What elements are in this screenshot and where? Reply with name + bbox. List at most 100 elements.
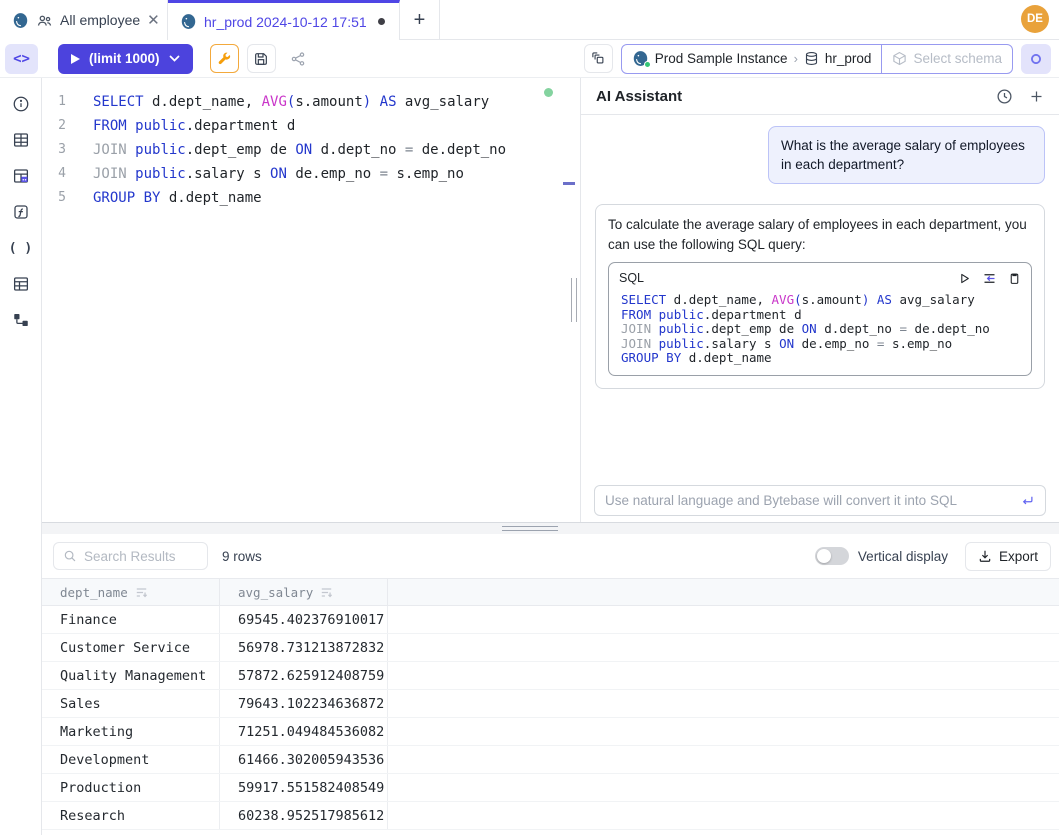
share-icon [290, 51, 306, 67]
format-sql-button[interactable] [210, 44, 239, 73]
line-number: 3 [42, 138, 80, 162]
instance-selector[interactable]: Prod Sample Instance › hr_prod [622, 45, 882, 73]
results-grid-header: dept_name avg_salary [42, 578, 1059, 606]
table-cell: 61466.302005943536 [220, 746, 388, 773]
sidebar-item-schema-diagram[interactable] [3, 158, 39, 194]
run-query-button[interactable]: (limit 1000) [58, 44, 193, 74]
export-button[interactable]: Export [965, 542, 1051, 571]
unsaved-dot-indicator [378, 18, 385, 25]
sort-icon[interactable] [135, 587, 148, 598]
results-panel: Search Results 9 rows Vertical display E… [0, 534, 1059, 835]
code-card-header: SQL [609, 263, 1031, 289]
ai-assistant-button[interactable] [1021, 44, 1051, 74]
save-sheet-button[interactable] [247, 44, 276, 73]
code-line: JOIN public.dept_emp de ON d.dept_no = d… [621, 322, 1021, 337]
row-filler [388, 746, 1059, 773]
ai-assistant-title: AI Assistant [596, 88, 682, 105]
ai-prompt-input[interactable]: Use natural language and Bytebase will c… [594, 485, 1046, 516]
table-row[interactable]: Marketing71251.049484536082 [42, 718, 1059, 746]
table-row[interactable]: Development61466.302005943536 [42, 746, 1059, 774]
toggle-knob [817, 549, 831, 563]
ai-assistant-panel: AI Assistant What is the average salary … [580, 78, 1059, 522]
add-tab-button[interactable]: + [400, 0, 440, 40]
vertical-display-toggle[interactable] [815, 547, 849, 565]
table-row[interactable]: Production59917.551582408549 [42, 774, 1059, 802]
layout-panels-button[interactable] [584, 44, 613, 73]
code-line: SELECT d.dept_name, AVG(s.amount) AS avg… [93, 90, 506, 114]
table-cell: Finance [42, 606, 220, 633]
schema-selector[interactable]: Select schema [881, 45, 1012, 73]
table-cell: 60238.952517985612 [220, 802, 388, 829]
connection-breadcrumb: Prod Sample Instance › hr_prod Select sc… [621, 44, 1013, 74]
cascade-panels-icon [591, 51, 606, 66]
table-row[interactable]: Sales79643.102234636872 [42, 690, 1059, 718]
table-row[interactable]: Research60238.952517985612 [42, 802, 1059, 830]
code-line: FROM public.department d [93, 114, 506, 138]
table-row[interactable]: Quality Management57872.625912408759 [42, 662, 1059, 690]
sql-code-area[interactable]: SELECT d.dept_name, AVG(s.amount) AS avg… [80, 90, 506, 210]
row-filler [388, 774, 1059, 801]
sort-icon[interactable] [320, 587, 333, 598]
overview-ruler-marker [563, 182, 575, 185]
share-button[interactable] [284, 44, 313, 73]
line-number: 1 [42, 90, 80, 114]
sidebar-item-info[interactable] [3, 86, 39, 122]
user-avatar[interactable]: DE [1021, 5, 1049, 33]
tab-all-employee[interactable]: All employee ✕ [0, 0, 168, 40]
sidebar-item-tables[interactable] [3, 122, 39, 158]
table-cell: Quality Management [42, 662, 220, 689]
table-cell: 69545.402376910017 [220, 606, 388, 633]
table-cell: 59917.551582408549 [220, 774, 388, 801]
sql-editor-app: All employee ✕ hr_prod 2024-10-12 17:51 … [0, 0, 1059, 835]
table-row[interactable]: Customer Service56978.731213872832 [42, 634, 1059, 662]
code-panel-toggle-icon[interactable]: <> [5, 44, 38, 74]
results-right-group: Vertical display Export [815, 542, 1051, 571]
code-card-sql[interactable]: SELECT d.dept_name, AVG(s.amount) AS avg… [609, 289, 1031, 375]
assistant-message-card: To calculate the average salary of emplo… [595, 204, 1045, 389]
enter-return-icon[interactable] [1020, 493, 1035, 508]
table-diagram-colored-icon [12, 167, 30, 185]
chevron-down-icon [169, 55, 180, 62]
line-number: 2 [42, 114, 80, 138]
sidebar-item-procedures[interactable]: ( ) [3, 230, 39, 266]
run-play-icon[interactable] [958, 272, 971, 285]
ai-chat-body: What is the average salary of employees … [581, 115, 1059, 485]
splitter-handle[interactable] [502, 526, 558, 531]
results-rows: Finance69545.402376910017Customer Servic… [42, 606, 1059, 830]
sql-editor[interactable]: 12345 SELECT d.dept_name, AVG(s.amount) … [42, 78, 559, 522]
sidebar-item-functions[interactable] [3, 194, 39, 230]
vertical-splitter-handle[interactable] [571, 278, 577, 322]
table-grid-icon [12, 131, 30, 149]
insert-into-editor-icon[interactable] [982, 271, 997, 286]
close-icon[interactable]: ✕ [147, 13, 160, 28]
editor-status-dot [544, 88, 553, 97]
copy-clipboard-icon[interactable] [1008, 272, 1021, 285]
wrench-icon [216, 51, 232, 67]
results-grid: dept_name avg_salary Finance69545.402376… [42, 578, 1059, 835]
search-icon [63, 549, 77, 563]
code-line: JOIN public.salary s ON de.emp_no = s.em… [621, 337, 1021, 352]
row-filler [388, 662, 1059, 689]
sidebar-item-er-diagram[interactable] [3, 302, 39, 338]
table-cell: Marketing [42, 718, 220, 745]
history-clock-icon[interactable] [996, 88, 1013, 105]
line-number: 5 [42, 186, 80, 210]
table-cell: Development [42, 746, 220, 773]
assistant-intro-text: To calculate the average salary of emplo… [608, 217, 1027, 252]
table-rows-icon [12, 275, 30, 293]
column-header-avg-salary[interactable]: avg_salary [220, 579, 388, 605]
table-cell: 71251.049484536082 [220, 718, 388, 745]
parentheses-icon: ( ) [9, 241, 32, 256]
column-header-dept-name[interactable]: dept_name [42, 579, 220, 605]
horizontal-splitter[interactable] [0, 522, 1059, 534]
search-results-input[interactable]: Search Results [53, 542, 208, 570]
line-number-gutter: 12345 [42, 90, 80, 210]
sidebar-item-views[interactable] [3, 266, 39, 302]
code-line: FROM public.department d [621, 308, 1021, 323]
table-cell: Research [42, 802, 220, 829]
table-cell: Customer Service [42, 634, 220, 661]
tab-hr-prod[interactable]: hr_prod 2024-10-12 17:51 [168, 0, 400, 40]
row-filler [388, 718, 1059, 745]
new-chat-plus-icon[interactable] [1029, 89, 1044, 104]
table-row[interactable]: Finance69545.402376910017 [42, 606, 1059, 634]
